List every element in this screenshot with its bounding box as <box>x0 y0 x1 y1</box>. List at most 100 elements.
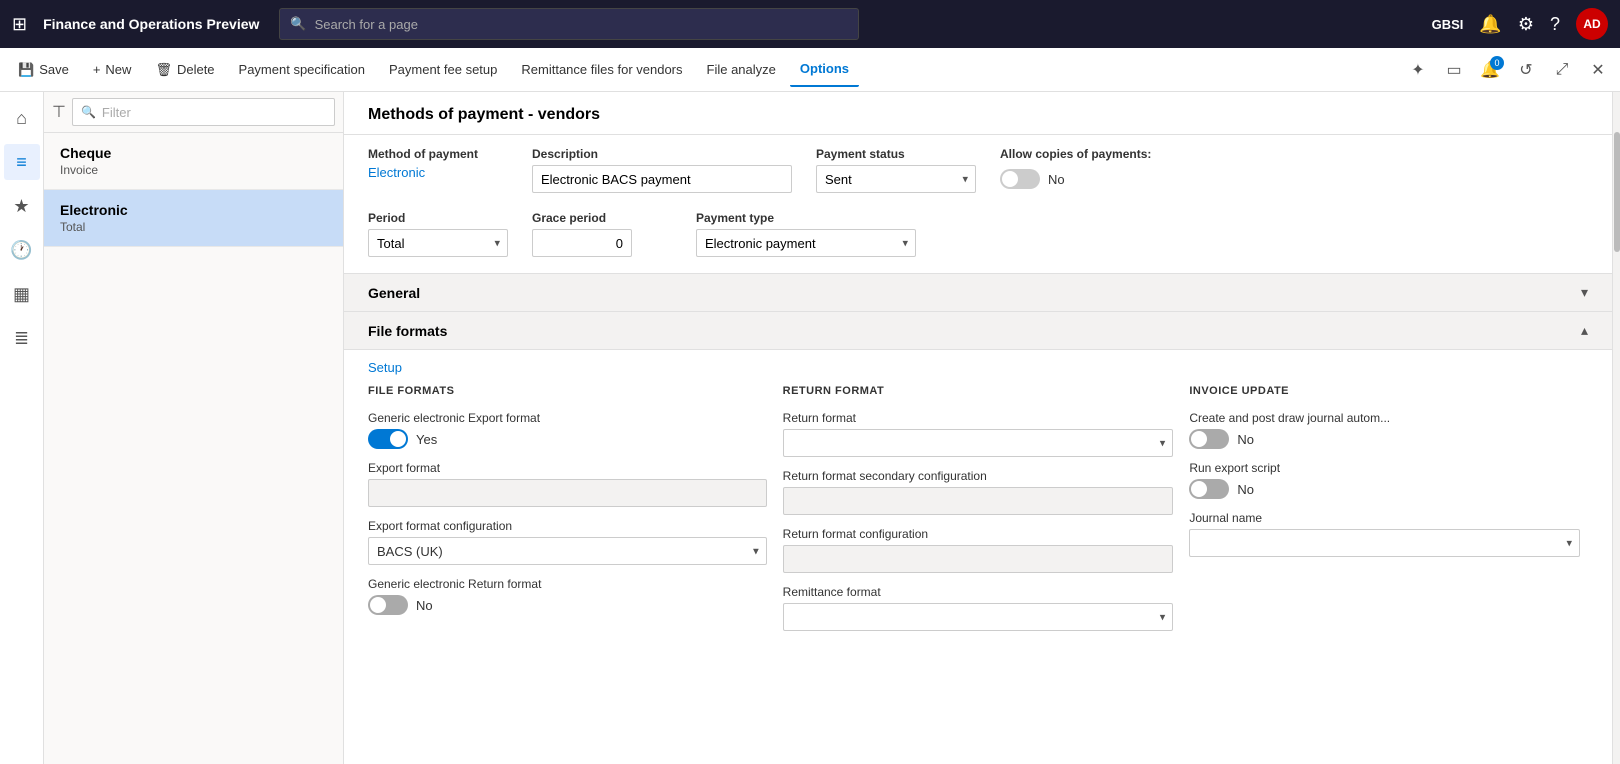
panel-icon[interactable]: ▭ <box>1440 56 1468 84</box>
payment-status-select[interactable]: Sent None Received <box>816 165 976 193</box>
journal-name-select[interactable] <box>1189 529 1580 557</box>
return-format-secondary-input[interactable] <box>783 487 1174 515</box>
filter-input[interactable] <box>102 105 326 120</box>
remittance-format-label: Remittance format <box>783 585 1174 599</box>
generic-return-label: Generic electronic Return format <box>368 577 767 591</box>
run-export-group: Run export script No <box>1189 461 1580 499</box>
generic-return-value: No <box>416 598 433 613</box>
region-label: GBSI <box>1432 17 1464 32</box>
nav-star[interactable]: ★ <box>4 188 40 224</box>
remittance-format-select-wrapper[interactable] <box>783 603 1174 631</box>
generic-export-value: Yes <box>416 432 437 447</box>
ff-col-3: INVOICE UPDATE Create and post draw jour… <box>1181 385 1588 643</box>
remittance-files-button[interactable]: Remittance files for vendors <box>511 53 692 87</box>
delete-button[interactable]: 🗑 Delete <box>145 53 224 87</box>
setup-link[interactable]: Setup <box>344 350 1612 385</box>
run-export-toggle[interactable] <box>1189 479 1229 499</box>
general-section-header[interactable]: General ▾ <box>344 273 1612 312</box>
nav-recent[interactable]: 🕐 <box>4 232 40 268</box>
scrollbar-thumb[interactable] <box>1614 132 1620 252</box>
export-format-input[interactable] <box>368 479 767 507</box>
nav-analytics[interactable]: ≣ <box>4 320 40 356</box>
remittance-format-select[interactable] <box>783 603 1174 631</box>
journal-name-group: Journal name <box>1189 511 1580 557</box>
options-button[interactable]: Options <box>790 53 859 87</box>
general-chevron-icon: ▾ <box>1581 284 1588 301</box>
grace-period-label: Grace period <box>532 211 672 225</box>
notification-badge: 0 <box>1490 56 1504 70</box>
export-format-config-input[interactable] <box>368 537 767 565</box>
list-item-cheque-sub: Invoice <box>60 163 327 177</box>
payment-type-select-wrapper[interactable]: Electronic payment Check Other <box>696 229 916 257</box>
detail-panel: Methods of payment - vendors Method of p… <box>344 92 1612 764</box>
list-item-electronic[interactable]: Electronic Total <box>44 190 343 247</box>
remittance-format-group: Remittance format <box>783 585 1174 631</box>
create-post-group: Create and post draw journal autom... No <box>1189 411 1580 449</box>
method-of-payment-label: Method of payment <box>368 147 508 161</box>
create-post-toggle[interactable] <box>1189 429 1229 449</box>
nav-workspace[interactable]: ▦ <box>4 276 40 312</box>
journal-name-label: Journal name <box>1189 511 1580 525</box>
expand-icon[interactable]: ⤢ <box>1548 56 1576 84</box>
filter-icon[interactable]: ⊤ <box>52 102 66 122</box>
period-select-wrapper[interactable]: Total Invoice Date <box>368 229 508 257</box>
period-label: Period <box>368 211 508 225</box>
sparkle-icon[interactable]: ✦ <box>1404 56 1432 84</box>
topbar: ⊞ Finance and Operations Preview 🔍 GBSI … <box>0 0 1620 48</box>
payment-type-select[interactable]: Electronic payment Check Other <box>696 229 916 257</box>
allow-copies-label: Allow copies of payments: <box>1000 147 1151 161</box>
description-input[interactable] <box>532 165 792 193</box>
allow-copies-toggle[interactable] <box>1000 169 1040 189</box>
period-group: Period Total Invoice Date <box>368 211 508 257</box>
fields-row-2: Period Total Invoice Date Grace period P… <box>344 199 1612 263</box>
return-format-label: Return format <box>783 411 1174 425</box>
period-select[interactable]: Total Invoice Date <box>368 229 508 257</box>
grid-icon[interactable]: ⊞ <box>12 14 27 35</box>
help-icon[interactable]: ? <box>1550 14 1560 35</box>
generic-return-toggle-row: No <box>368 595 767 615</box>
method-of-payment-value[interactable]: Electronic <box>368 165 508 180</box>
generic-export-group: Generic electronic Export format Yes <box>368 411 767 449</box>
list-item-cheque[interactable]: Cheque Invoice <box>44 133 343 190</box>
fields-row-1: Method of payment Electronic Description… <box>344 135 1612 199</box>
nav-list[interactable]: ≡ <box>4 144 40 180</box>
new-button[interactable]: + New <box>83 53 142 87</box>
bell-icon[interactable]: 🔔 <box>1479 14 1501 35</box>
file-formats-section-title: File formats <box>368 323 447 339</box>
close-icon[interactable]: ✕ <box>1584 56 1612 84</box>
search-input[interactable] <box>315 17 849 32</box>
refresh-icon[interactable]: ↺ <box>1512 56 1540 84</box>
settings-icon[interactable]: ⚙ <box>1518 14 1534 35</box>
delete-icon: 🗑 <box>155 62 172 78</box>
grace-period-input[interactable] <box>532 229 632 257</box>
filter-search-icon: 🔍 <box>81 105 96 119</box>
payment-spec-button[interactable]: Payment specification <box>229 53 375 87</box>
file-analyze-button[interactable]: File analyze <box>697 53 786 87</box>
export-format-config-label: Export format configuration <box>368 519 767 533</box>
file-formats-section-header[interactable]: File formats ▴ <box>344 312 1612 350</box>
ff-col-1: FILE FORMATS Generic electronic Export f… <box>368 385 775 643</box>
notification-icon[interactable]: 🔔 0 <box>1476 56 1504 84</box>
app-title: Finance and Operations Preview <box>43 16 259 32</box>
description-label: Description <box>532 147 792 161</box>
return-format-select[interactable] <box>783 429 1174 457</box>
save-button[interactable]: 💾 Save <box>8 53 79 87</box>
return-format-config-input[interactable] <box>783 545 1174 573</box>
search-box[interactable]: 🔍 <box>279 8 859 40</box>
return-format-select-wrapper[interactable] <box>783 429 1174 457</box>
create-post-toggle-row: No <box>1189 429 1580 449</box>
avatar[interactable]: AD <box>1576 8 1608 40</box>
generic-export-toggle[interactable] <box>368 429 408 449</box>
payment-fee-button[interactable]: Payment fee setup <box>379 53 507 87</box>
nav-home[interactable]: ⌂ <box>4 100 40 136</box>
payment-status-select-wrapper[interactable]: Sent None Received <box>816 165 976 193</box>
search-icon: 🔍 <box>290 16 306 32</box>
journal-name-select-wrapper[interactable] <box>1189 529 1580 557</box>
export-format-config-group: Export format configuration ▾ <box>368 519 767 565</box>
grace-period-group: Grace period <box>532 211 672 257</box>
generic-return-toggle[interactable] <box>368 595 408 615</box>
export-format-config-wrapper[interactable]: ▾ <box>368 537 767 565</box>
run-export-value: No <box>1237 482 1254 497</box>
filter-input-wrapper[interactable]: 🔍 <box>72 98 335 126</box>
return-format-config-label: Return format configuration <box>783 527 1174 541</box>
